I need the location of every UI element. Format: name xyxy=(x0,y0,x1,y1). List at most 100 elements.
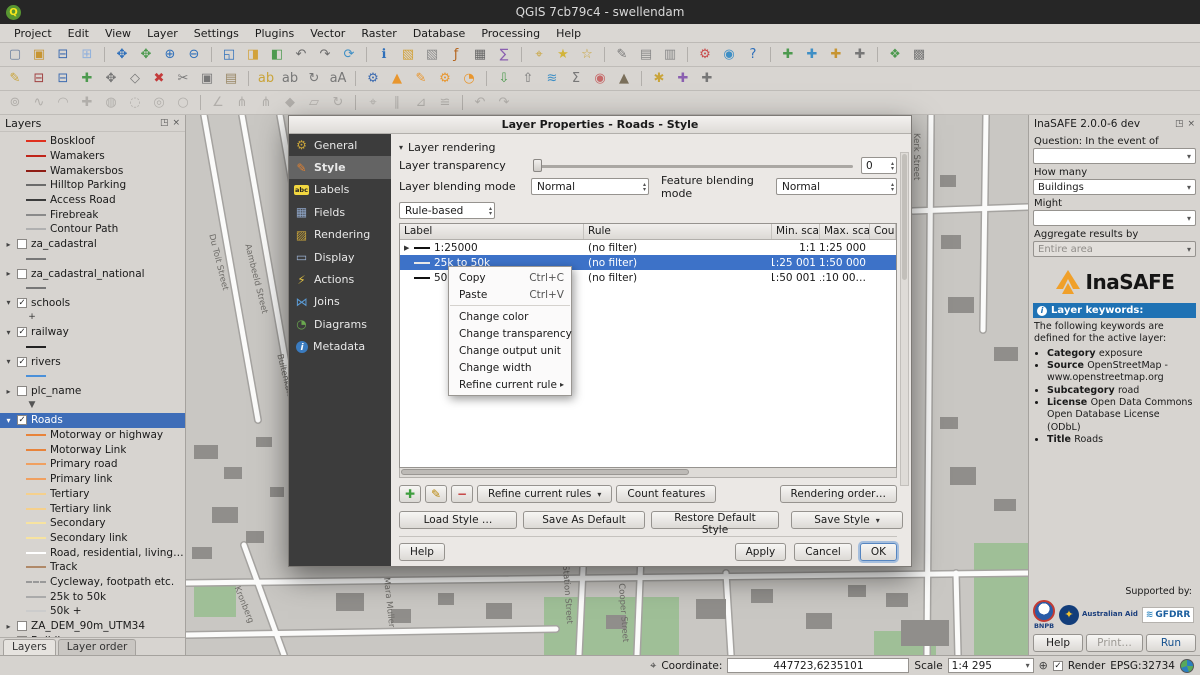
new-bookmark-button[interactable]: ★ xyxy=(552,45,574,65)
menu-view[interactable]: View xyxy=(97,25,139,42)
add-raster-layer-button[interactable]: ✚ xyxy=(801,45,823,65)
cancel-button[interactable]: Cancel xyxy=(794,543,852,561)
context-menu-item-change-color[interactable]: Change color xyxy=(449,308,571,325)
layer-visibility-checkbox[interactable]: ✓ xyxy=(17,327,27,337)
rendering-order-button[interactable]: Rendering order… xyxy=(780,485,897,503)
zoom-to-selection-button[interactable]: ◨ xyxy=(242,45,264,65)
layer-blending-combo[interactable]: Normal ▴▾ xyxy=(531,178,649,195)
deselect-features-button[interactable]: ▧ xyxy=(421,45,443,65)
layer-item-tertiary-link[interactable]: Tertiary link xyxy=(0,501,185,516)
layer-symbol-row[interactable] xyxy=(0,281,185,296)
inasafe-dock-button[interactable]: ▲ xyxy=(386,69,408,89)
save-project-button[interactable]: ⊟ xyxy=(52,45,74,65)
plugin-manager-button[interactable]: ⚙ xyxy=(694,45,716,65)
undock-panel-icon[interactable]: ◳ xyxy=(1175,119,1184,129)
show-bookmarks-button[interactable]: ☆ xyxy=(576,45,598,65)
column-header-label[interactable]: Label xyxy=(400,224,584,239)
layer-item-motorway-link[interactable]: Motorway Link xyxy=(0,442,185,457)
pan-to-selection-button[interactable]: ✥ xyxy=(135,45,157,65)
expand-icon[interactable]: ▸ xyxy=(4,622,13,631)
layer-item-motorway-or-highway[interactable]: Motorway or highway xyxy=(0,428,185,443)
layer-item-tertiary[interactable]: Tertiary xyxy=(0,487,185,502)
dialog-tab-display[interactable]: ▭Display xyxy=(289,246,391,268)
context-menu-item-paste[interactable]: PasteCtrl+V xyxy=(449,286,571,303)
add-rule-button[interactable]: ✚ xyxy=(399,485,421,503)
heatmap-button[interactable]: ◉ xyxy=(589,69,611,89)
terrain-analysis-button[interactable]: ▲ xyxy=(613,69,635,89)
refine-current-rules-button[interactable]: Refine current rules▾ xyxy=(477,485,612,503)
layer-item-boskloof[interactable]: Boskloof xyxy=(0,134,185,149)
layer-symbol-row[interactable]: ▼ xyxy=(0,398,185,413)
zoom-in-button[interactable]: ⊕ xyxy=(159,45,181,65)
renderer-type-combo[interactable]: Rule-based ▴▾ xyxy=(399,202,495,219)
dialog-tab-style[interactable]: ✎Style xyxy=(289,156,391,178)
magnifier-icon[interactable]: ⊕ xyxy=(1039,659,1048,672)
collapse-icon[interactable]: ▾ xyxy=(4,298,13,307)
slider-handle[interactable] xyxy=(533,159,542,172)
close-panel-icon[interactable]: × xyxy=(172,118,180,128)
rotate-label-button[interactable]: ↻ xyxy=(303,69,325,89)
rule-row-1-25000[interactable]: ▶1:25000(no filter)1:11:25 000 xyxy=(400,240,896,255)
zoom-to-layer-button[interactable]: ◧ xyxy=(266,45,288,65)
identify-features-button[interactable]: ℹ xyxy=(373,45,395,65)
layer-item-firebreak[interactable]: Firebreak xyxy=(0,207,185,222)
dialog-titlebar[interactable]: Layer Properties - Roads - Style xyxy=(289,116,911,134)
node-tool-button[interactable]: ◇ xyxy=(124,69,146,89)
dialog-tab-rendering[interactable]: ▨Rendering xyxy=(289,224,391,246)
layer-visibility-checkbox[interactable]: ✓ xyxy=(17,298,27,308)
apply-button[interactable]: Apply xyxy=(735,543,787,561)
layer-item-roads[interactable]: ▾✓Roads xyxy=(0,413,185,428)
open-attribute-table-button[interactable]: ▦ xyxy=(469,45,491,65)
copy-features-button[interactable]: ▣ xyxy=(196,69,218,89)
zoom-next-button[interactable]: ↷ xyxy=(314,45,336,65)
panel-tab-layers[interactable]: Layers xyxy=(3,639,56,655)
remove-rule-button[interactable]: − xyxy=(451,485,473,503)
inasafe-combo-how-many[interactable]: Buildings▾ xyxy=(1033,179,1196,195)
coordinate-input[interactable]: 447723,6235101 xyxy=(727,658,909,673)
grass-tools-button[interactable]: ❖ xyxy=(884,45,906,65)
layer-item-za-dem-90m-utm34[interactable]: ▸ZA_DEM_90m_UTM34 xyxy=(0,619,185,634)
layer-symbol-row[interactable] xyxy=(0,369,185,384)
new-print-composer-button[interactable]: ▤ xyxy=(635,45,657,65)
inasafe-combo-question-in-the-event-of[interactable]: ▾ xyxy=(1033,148,1196,164)
vertical-scrollbar[interactable] xyxy=(900,152,909,486)
layer-item-25k-to-50k[interactable]: 25k to 50k xyxy=(0,589,185,604)
menu-raster[interactable]: Raster xyxy=(353,25,404,42)
cut-features-button[interactable]: ✂ xyxy=(172,69,194,89)
layer-item-za-cadastral-national[interactable]: ▸za_cadastral_national xyxy=(0,266,185,281)
layer-item-track[interactable]: Track xyxy=(0,560,185,575)
dialog-tab-joins[interactable]: ⋈Joins xyxy=(289,291,391,313)
zoom-out-button[interactable]: ⊖ xyxy=(183,45,205,65)
labeling-options-button[interactable]: ab xyxy=(255,69,277,89)
menu-processing[interactable]: Processing xyxy=(473,25,548,42)
delete-selected-button[interactable]: ✖ xyxy=(148,69,170,89)
layer-item-secondary[interactable]: Secondary xyxy=(0,516,185,531)
save-as-default-button[interactable]: Save As Default xyxy=(523,511,645,529)
raster-calculator-button[interactable]: ▩ xyxy=(908,45,930,65)
horizontal-scrollbar[interactable] xyxy=(399,468,897,478)
menu-vector[interactable]: Vector xyxy=(302,25,353,42)
undock-panel-icon[interactable]: ◳ xyxy=(160,118,169,128)
dialog-tab-diagrams[interactable]: ◔Diagrams xyxy=(289,313,391,335)
new-project-button[interactable]: ▢ xyxy=(4,45,26,65)
count-features-button[interactable]: Count features xyxy=(616,485,716,503)
context-menu-item-change-width[interactable]: Change width xyxy=(449,359,571,376)
map-tips-button[interactable]: ✱ xyxy=(648,69,670,89)
move-label-button[interactable]: ab xyxy=(279,69,301,89)
current-edits-button[interactable]: ⊟ xyxy=(28,69,50,89)
save-layer-edits-button[interactable]: ⊟ xyxy=(52,69,74,89)
column-header-max-scale[interactable]: Max. scale xyxy=(820,224,870,239)
layer-visibility-checkbox[interactable]: ✓ xyxy=(17,357,27,367)
coordinate-capture-icon[interactable]: ⌖ xyxy=(650,659,656,673)
ok-button[interactable]: OK xyxy=(860,543,897,561)
layer-item-contour-path[interactable]: Contour Path xyxy=(0,222,185,237)
load-style-button[interactable]: Load Style … xyxy=(399,511,517,529)
paste-features-button[interactable]: ▤ xyxy=(220,69,242,89)
osm-upload-button[interactable]: ⇧ xyxy=(517,69,539,89)
collapse-icon[interactable]: ▾ xyxy=(4,416,13,425)
render-checkbox[interactable]: ✓ xyxy=(1053,661,1063,671)
expand-icon[interactable]: ▸ xyxy=(4,240,13,249)
dialog-tab-metadata[interactable]: iMetadata xyxy=(289,336,391,358)
measure-line-button[interactable]: ⌖ xyxy=(528,45,550,65)
layer-item-secondary-link[interactable]: Secondary link xyxy=(0,531,185,546)
